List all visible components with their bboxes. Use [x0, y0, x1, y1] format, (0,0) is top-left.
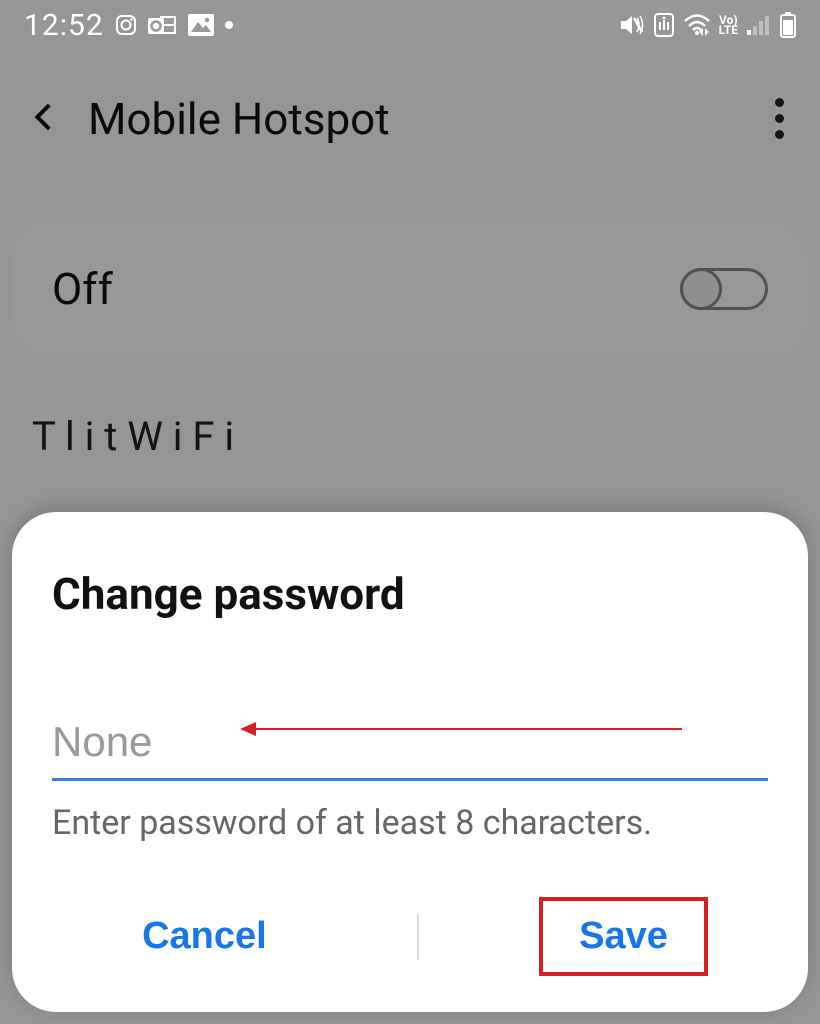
instagram-icon: [114, 13, 138, 37]
clock: 12:52: [24, 8, 104, 43]
battery-icon: [780, 12, 796, 38]
signal-icon: [746, 14, 772, 36]
dialog-button-row: Cancel Save: [52, 897, 768, 976]
status-bar: 12:52 Vo)LTE: [0, 0, 820, 50]
status-right: Vo)LTE: [619, 12, 796, 38]
cancel-button[interactable]: Cancel: [112, 899, 297, 974]
status-left: 12:52: [24, 8, 234, 43]
dialog-title: Change password: [52, 568, 768, 620]
volte-icon: Vo)LTE: [719, 15, 738, 35]
save-button[interactable]: Save: [539, 897, 708, 976]
outlook-icon: [148, 13, 178, 37]
password-helper-text: Enter password of at least 8 characters.: [52, 803, 768, 843]
wifi-icon: [683, 14, 711, 36]
password-input[interactable]: [52, 710, 768, 781]
change-password-dialog: Change password Enter password of at lea…: [12, 512, 808, 1012]
button-divider: [417, 914, 419, 960]
notification-dot-icon: [224, 20, 234, 30]
annotation-arrow: [242, 728, 682, 730]
mute-vibrate-icon: [619, 13, 645, 37]
password-input-wrap: [52, 710, 768, 781]
clean-icon: [653, 12, 675, 38]
gallery-icon: [188, 14, 214, 36]
